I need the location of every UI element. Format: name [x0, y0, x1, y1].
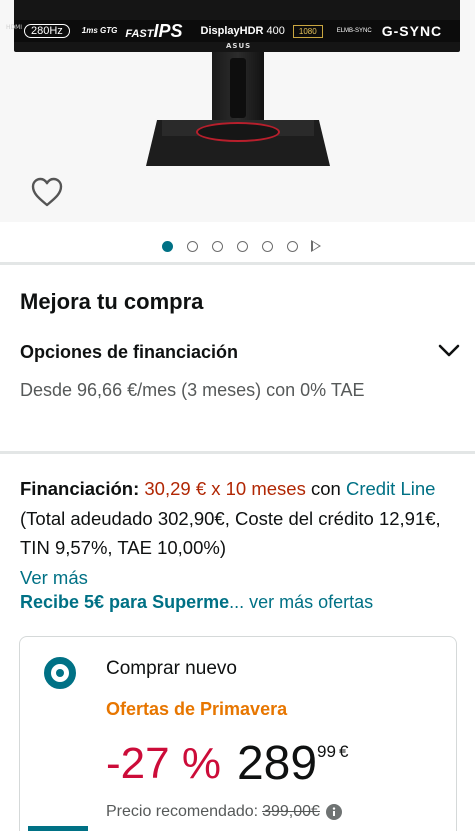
credit-line-link[interactable]: Credit Line: [346, 478, 435, 499]
heart-icon: [31, 177, 63, 207]
financing-details: (Total adeudado 302,90€, Coste del crédi…: [20, 507, 441, 559]
financing-label: Financiación:: [20, 478, 140, 499]
financing-detail: Financiación: 30,29 € x 10 meses con Cre…: [20, 474, 465, 592]
gallery-dot-1[interactable]: [161, 240, 173, 252]
discount-percent: -27 %: [106, 739, 221, 788]
monitor-stand-neck: [212, 52, 264, 124]
bottom-accent-bar: [28, 826, 88, 831]
product-image[interactable]: 280Hz 1ms GTG FASTIPS DisplayHDR 400 108…: [0, 0, 475, 222]
buy-box: Comprar nuevo Ofertas de Primavera -27 %…: [19, 636, 457, 831]
monitor-stand-ring: [196, 122, 280, 142]
strip-ips-text: IPS: [153, 20, 183, 41]
strip-elmb: ELMB-SYNC: [336, 28, 372, 34]
wishlist-heart-button[interactable]: [30, 176, 64, 208]
strip-gsync: G-SYNC: [381, 23, 443, 39]
recommended-price: 399,00€: [262, 803, 320, 820]
gallery-dot-5[interactable]: [261, 240, 273, 252]
upgrade-title: Mejora tu compra: [20, 289, 204, 314]
buy-new-label[interactable]: Comprar nuevo: [106, 658, 237, 680]
strip-fast-text: FAST: [125, 27, 154, 40]
section-divider: [0, 262, 475, 265]
strip-displayhdr: DisplayHDR 400: [201, 25, 285, 37]
financing-options-label: Opciones de financiación: [20, 342, 239, 362]
strip-1080: 1080: [292, 24, 323, 38]
gallery-dot-4[interactable]: [236, 240, 248, 252]
price-currency: €: [338, 742, 349, 761]
brand-logo: ASUS: [226, 42, 252, 50]
price-fraction: 99: [317, 742, 336, 761]
recommended-label: Precio recomendado:: [106, 803, 259, 820]
gallery-pagination: [0, 236, 475, 256]
gallery-video-play-icon[interactable]: [310, 240, 321, 252]
monitor-feature-strip: 280Hz 1ms GTG FASTIPS DisplayHDR 400 108…: [14, 20, 460, 42]
strip-hdr-level: 400: [266, 25, 285, 37]
financing-plan: 30,29 € x 10 meses: [144, 478, 306, 499]
info-icon[interactable]: [325, 804, 342, 820]
gallery-dot-2[interactable]: [186, 240, 198, 252]
more-offers-link[interactable]: ... ver más ofertas: [229, 592, 373, 612]
buy-new-radio[interactable]: [44, 657, 76, 689]
financing-from-text: Desde 96,66 €/mes (3 meses) con 0% TAE: [20, 380, 365, 400]
price-whole: 289: [236, 737, 318, 790]
section-divider: [0, 451, 475, 454]
recommended-price-row: Precio recomendado: 399,00€: [106, 803, 342, 821]
strip-refresh: 280Hz: [24, 24, 70, 38]
strip-fast-ips: FASTIPS: [125, 21, 182, 42]
strip-hdmi: HDMI: [6, 24, 23, 31]
gallery-dot-6[interactable]: [286, 240, 298, 252]
supermarket-promo: Recibe 5€ para Superme... ver más oferta…: [20, 592, 470, 613]
strip-gtg: 1ms GTG: [81, 26, 118, 35]
see-more-link[interactable]: Ver más: [20, 567, 88, 588]
supermarket-promo-link[interactable]: Recibe 5€ para Superme: [20, 592, 229, 612]
strip-hdr-text: DisplayHDR: [200, 25, 264, 37]
deal-badge: Ofertas de Primavera: [106, 699, 288, 719]
financing-options-toggle[interactable]: Opciones de financiación: [20, 342, 460, 368]
gallery-dot-3[interactable]: [211, 240, 223, 252]
chevron-down-icon: [438, 344, 460, 357]
financing-with: con: [311, 478, 341, 499]
product-gallery: 280Hz 1ms GTG FASTIPS DisplayHDR 400 108…: [0, 0, 475, 262]
price-row: -27 % 289 99 €: [106, 735, 348, 795]
